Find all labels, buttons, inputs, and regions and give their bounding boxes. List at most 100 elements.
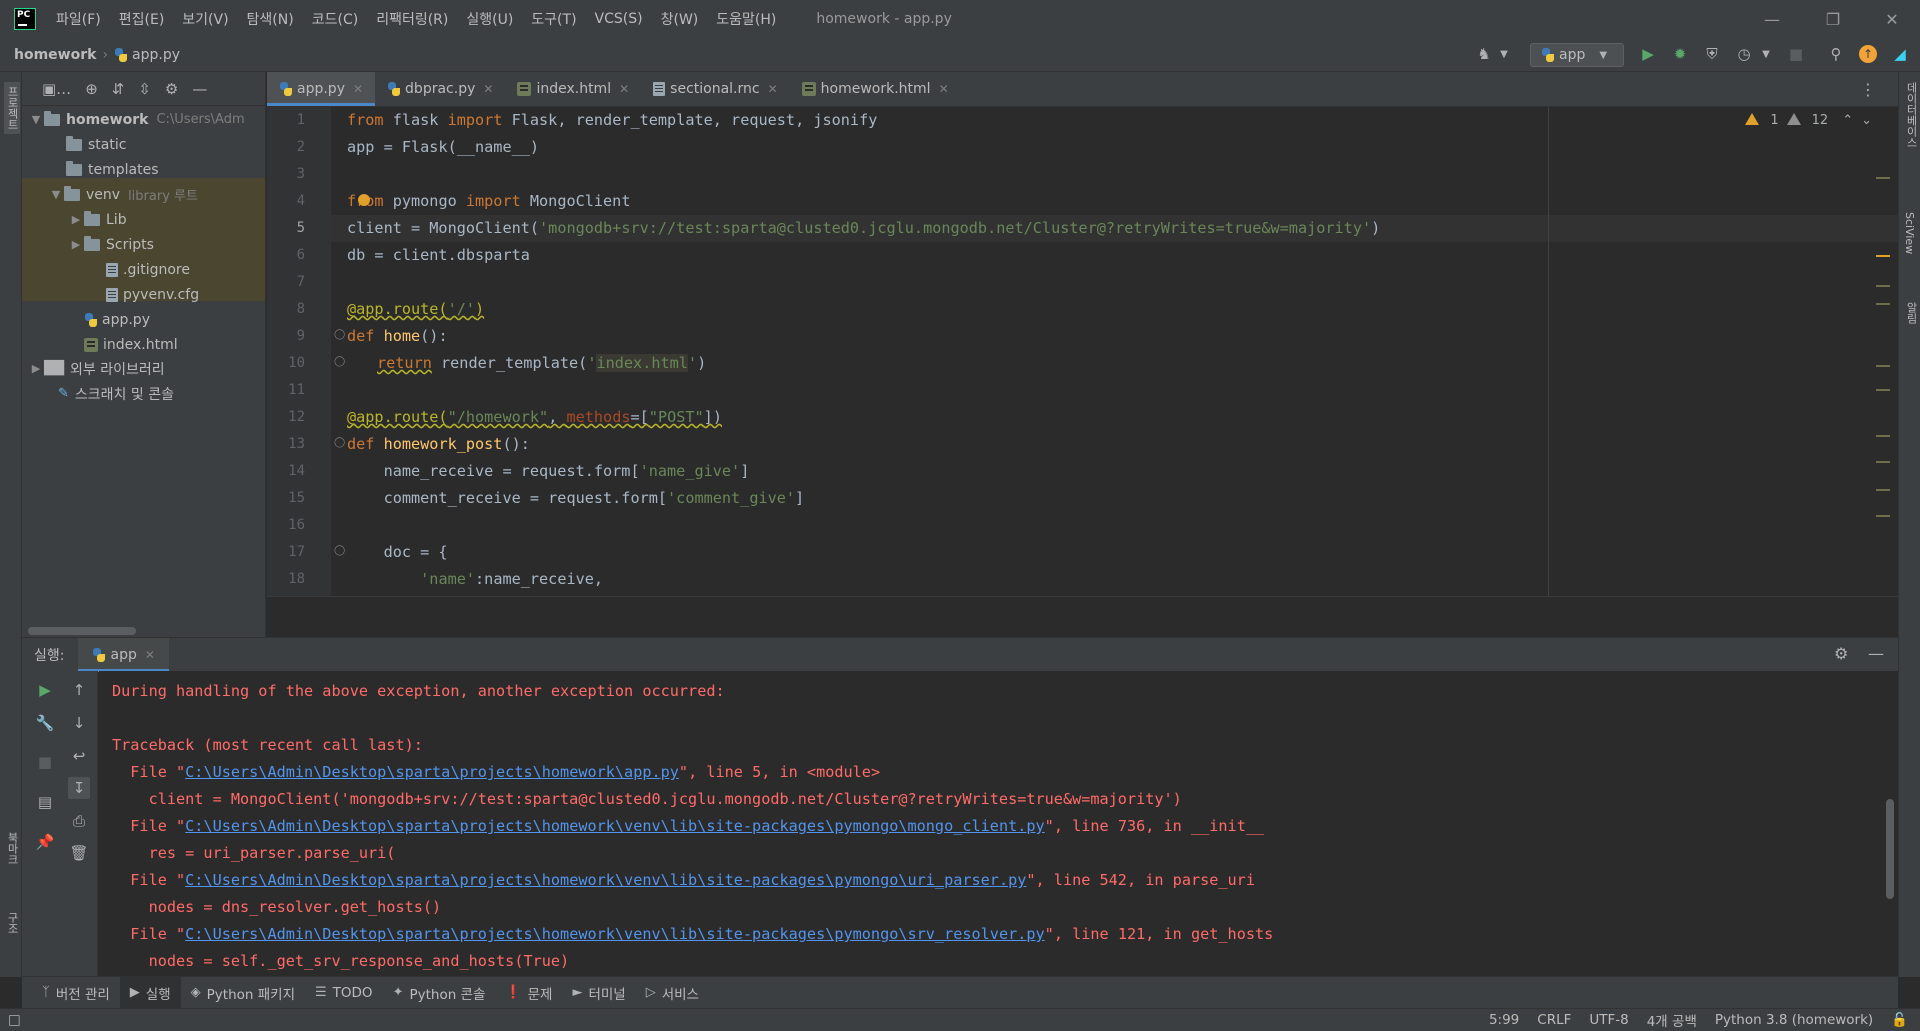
tree-item-scratches[interactable]: ✎ 스크래치 및 콘솔 — [58, 381, 174, 406]
tool-version-control[interactable]: ᛉ 버전 관리 — [32, 977, 120, 1009]
locate-icon[interactable]: ⊕ — [85, 80, 98, 98]
chevron-down-icon[interactable]: ▼ — [48, 188, 64, 201]
menu-refactor[interactable]: 리팩터링(R) — [376, 9, 448, 29]
trash-icon[interactable]: 🗑 — [68, 842, 90, 864]
profile-icon[interactable]: ◷ — [1734, 44, 1754, 64]
sciview-tool-button[interactable]: SciView — [1903, 212, 1916, 254]
close-icon[interactable]: ✕ — [619, 82, 629, 96]
menu-code[interactable]: 코드(C) — [312, 9, 358, 29]
toolbox-icon[interactable]: ◢ — [1890, 44, 1910, 64]
menu-navigate[interactable]: 탐색(N) — [247, 9, 294, 29]
lock-icon[interactable]: 🔓 — [1891, 1012, 1908, 1028]
error-stripe-marker[interactable] — [1876, 435, 1890, 437]
tab-sectional-rnc[interactable]: sectional.rnc ✕ — [641, 72, 789, 106]
menu-run[interactable]: 실행(U) — [466, 9, 513, 29]
project-horizontal-scrollbar[interactable] — [28, 627, 136, 635]
error-stripe-marker[interactable] — [1876, 461, 1890, 463]
database-tool-button[interactable]: 데이터베이스 — [1903, 82, 1919, 148]
bookmarks-tool-button[interactable]: 북마크 — [4, 832, 20, 865]
editor-horizontal-scrollbar[interactable] — [267, 596, 1898, 604]
user-icon[interactable]: ♞ — [1474, 44, 1494, 64]
python-interpreter[interactable]: Python 3.8 (homework) — [1715, 1012, 1873, 1028]
chevron-up-icon[interactable]: ⌃ — [1842, 113, 1853, 128]
menu-window[interactable]: 창(W) — [661, 9, 699, 29]
tree-item-templates[interactable]: templates — [66, 157, 159, 182]
gear-icon[interactable]: ⚙ — [1834, 644, 1848, 663]
tab-homework-html[interactable]: homework.html ✕ — [790, 72, 961, 106]
chevron-right-icon[interactable]: ▶ — [68, 213, 84, 226]
error-stripe-marker[interactable] — [1876, 303, 1890, 305]
close-icon[interactable]: ✕ — [939, 82, 949, 96]
tree-item-app-py[interactable]: app.py — [84, 307, 150, 332]
run-console[interactable]: During handling of the above exception, … — [99, 671, 1898, 976]
traceback-link[interactable]: C:\Users\Admin\Desktop\sparta\projects\h… — [185, 871, 1026, 889]
tool-problems[interactable]: ❗ 문제 — [495, 977, 562, 1009]
error-stripe-marker[interactable] — [1876, 515, 1890, 517]
coverage-icon[interactable]: ⛨ — [1702, 44, 1722, 64]
debug-icon[interactable]: ✹ — [1670, 44, 1690, 64]
print-icon[interactable]: ⎙ — [68, 810, 90, 832]
tree-item-venv[interactable]: ▼ venv library 루트 — [48, 182, 198, 207]
menu-tools[interactable]: 도구(T) — [531, 9, 576, 29]
traceback-link[interactable]: C:\Users\Admin\Desktop\sparta\projects\h… — [185, 763, 679, 781]
tool-python-console[interactable]: ✦ Python 콘솔 — [383, 977, 496, 1009]
gear-icon[interactable]: ⚙ — [165, 80, 178, 98]
menu-file[interactable]: 파일(F) — [56, 9, 101, 29]
project-tool-button[interactable]: 프로젝트 — [4, 82, 20, 134]
line-separator[interactable]: CRLF — [1537, 1012, 1571, 1028]
toggle-tool-windows-icon[interactable]: □ — [8, 1012, 21, 1028]
minimize-window-button[interactable]: — — [1744, 0, 1800, 38]
caret-position[interactable]: 5:99 — [1489, 1012, 1519, 1028]
chevron-right-icon[interactable]: ▶ — [28, 362, 44, 375]
scroll-to-end-icon[interactable]: ↧ — [68, 777, 90, 799]
rerun-icon[interactable]: ▶ — [34, 679, 56, 701]
breadcrumb-project[interactable]: homework — [14, 47, 96, 63]
tool-run[interactable]: ▶ 실행 — [119, 976, 181, 1009]
tab-index-html[interactable]: index.html ✕ — [505, 72, 641, 106]
error-stripe-marker[interactable] — [1876, 489, 1890, 491]
error-stripe-marker[interactable] — [1876, 285, 1890, 287]
tab-app-py[interactable]: app.py ✕ — [267, 72, 376, 106]
close-window-button[interactable]: ✕ — [1864, 0, 1920, 38]
more-tabs-icon[interactable]: ⋮ — [1860, 80, 1876, 99]
expand-all-icon[interactable]: ⇵ — [112, 80, 125, 98]
minimize-icon[interactable]: — — [192, 80, 207, 98]
run-icon[interactable]: ▶ — [1638, 44, 1658, 64]
tool-services[interactable]: ▷ 서비스 — [636, 977, 709, 1009]
fold-icon[interactable]: ◯ — [334, 356, 345, 367]
file-encoding[interactable]: UTF-8 — [1589, 1012, 1628, 1028]
fold-icon[interactable]: ◯ — [334, 329, 345, 340]
tree-item-scripts[interactable]: ▶ Scripts — [68, 232, 154, 257]
layout-icon[interactable]: ▤ — [34, 791, 56, 813]
run-config-select[interactable]: app ▼ — [1530, 43, 1624, 67]
restore-window-button[interactable]: ❐ — [1805, 0, 1861, 38]
error-stripe-marker[interactable] — [1876, 389, 1890, 391]
tree-item-static[interactable]: static — [66, 132, 126, 157]
arrow-up-icon[interactable]: ↑ — [68, 679, 90, 701]
breadcrumb-file[interactable]: app.py — [132, 47, 180, 63]
tool-terminal[interactable]: ► 터미널 — [562, 977, 635, 1009]
search-icon[interactable]: ⚲ — [1826, 44, 1846, 64]
menu-help[interactable]: 도움말(H) — [716, 9, 776, 29]
tree-item-gitignore[interactable]: .gitignore — [106, 257, 190, 282]
inspection-widget[interactable]: 1 12 ⌃ ⌄ — [1745, 113, 1872, 128]
menu-view[interactable]: 보기(V) — [182, 9, 228, 29]
project-view-icon[interactable]: ▣… — [42, 80, 71, 98]
traceback-link[interactable]: C:\Users\Admin\Desktop\sparta\projects\h… — [185, 925, 1045, 943]
fold-icon[interactable]: ◯ — [334, 437, 345, 448]
run-tab-app[interactable]: app ✕ — [78, 637, 170, 672]
traceback-link[interactable]: C:\Users\Admin\Desktop\sparta\projects\h… — [185, 817, 1045, 835]
close-icon[interactable]: ✕ — [768, 82, 778, 96]
close-icon[interactable]: ✕ — [483, 82, 493, 96]
minimize-icon[interactable]: — — [1868, 644, 1884, 663]
collapse-all-icon[interactable]: ⇳ — [138, 80, 151, 98]
menu-edit[interactable]: 편집(E) — [119, 9, 165, 29]
menu-vcs[interactable]: VCS(S) — [595, 11, 643, 27]
close-icon[interactable]: ✕ — [353, 82, 363, 96]
soft-wrap-icon[interactable]: ↩ — [68, 745, 90, 767]
indent-setting[interactable]: 4개 공백 — [1647, 1010, 1697, 1030]
notifications-tool-button[interactable]: 알림 — [1903, 302, 1919, 324]
tree-item-index-html[interactable]: index.html — [84, 332, 178, 357]
chevron-right-icon[interactable]: ▶ — [68, 238, 84, 251]
code-editor[interactable]: 1 2 3 4 5 6 7 8 9 10 11 12 13 14 15 16 1… — [267, 107, 1898, 604]
